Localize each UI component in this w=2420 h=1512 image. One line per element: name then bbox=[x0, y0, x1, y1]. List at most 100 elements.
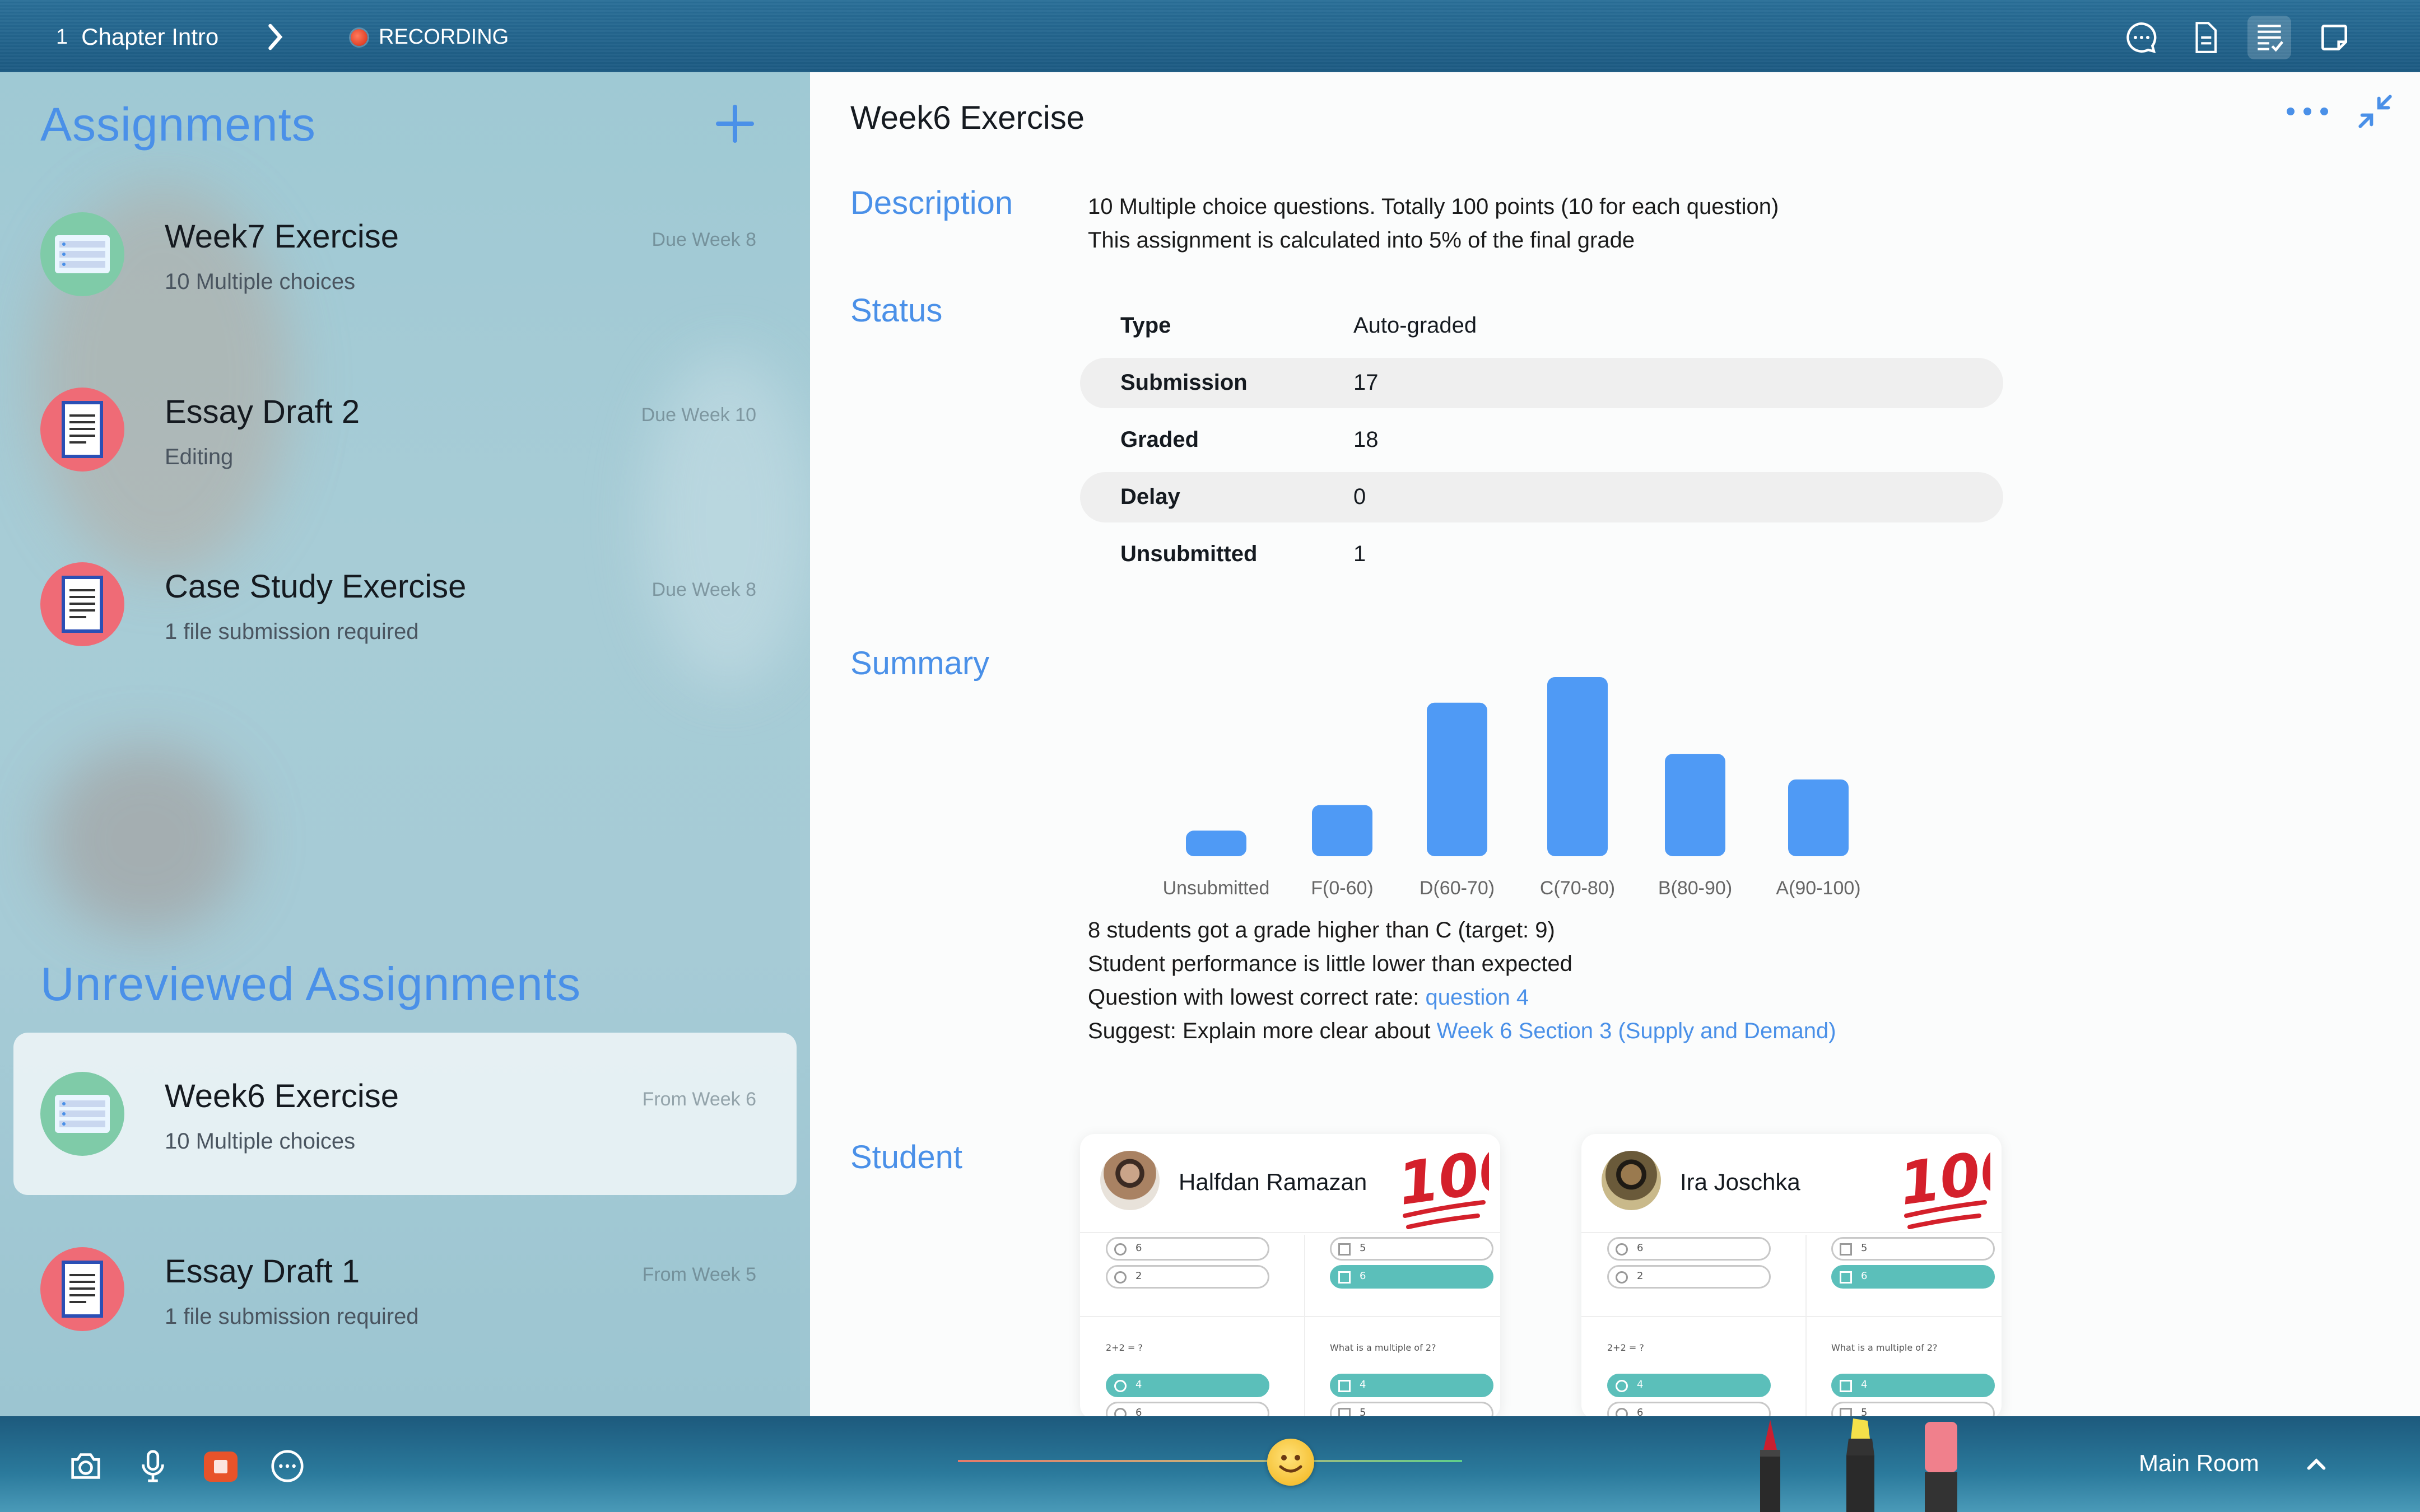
status-value: Auto-graded bbox=[1353, 313, 1477, 338]
unreviewed-card[interactable]: Essay Draft 1 1 file submission required… bbox=[13, 1208, 797, 1370]
description-line: 10 Multiple choice questions. Totally 10… bbox=[1088, 194, 1779, 219]
status-key: Graded bbox=[1120, 427, 1199, 452]
status-label: Status bbox=[850, 292, 943, 329]
background-blur bbox=[45, 744, 246, 935]
camera-icon[interactable] bbox=[66, 1446, 105, 1486]
assignment-card[interactable]: Case Study Exercise 1 file submission re… bbox=[13, 523, 797, 685]
status-row: Graded 18 bbox=[1080, 415, 2003, 465]
divider bbox=[1080, 1316, 1500, 1317]
document-button[interactable] bbox=[2184, 16, 2227, 59]
quiz-question: What is a multiple of 2? bbox=[1831, 1342, 1938, 1353]
grade-distribution-chart: Unsubmitted F(0-60) D(60-70) C(70-80) B(80-9… bbox=[1163, 677, 1861, 899]
assignment-title: Week7 Exercise bbox=[165, 218, 399, 255]
quiz-option: 6 bbox=[1106, 1237, 1269, 1261]
more-icon[interactable] bbox=[268, 1446, 307, 1486]
status-value: 18 bbox=[1353, 427, 1379, 452]
chart-bar bbox=[1665, 754, 1725, 856]
collapse-icon[interactable] bbox=[2353, 89, 2398, 134]
chevron-up-icon[interactable] bbox=[2303, 1452, 2329, 1478]
microphone-icon[interactable] bbox=[133, 1446, 173, 1486]
document-icon bbox=[2195, 22, 2217, 53]
notes-button[interactable] bbox=[2312, 16, 2356, 59]
quiz-option: 6 bbox=[1607, 1237, 1771, 1261]
quiz-option: 4 bbox=[1330, 1374, 1493, 1397]
student-card[interactable]: Ira Joschka 100 6 2 5 6 2+2 = ? What is … bbox=[1581, 1134, 2002, 1420]
summary-text: Question with lowest correct rate: bbox=[1088, 985, 1426, 1010]
chart-category-label: D(60-70) bbox=[1420, 878, 1495, 899]
summary-text: Suggest: Explain more clear about bbox=[1088, 1019, 1437, 1043]
section-link[interactable]: Week 6 Section 3 (Supply and Demand) bbox=[1437, 1019, 1836, 1043]
stop-recording-icon[interactable] bbox=[201, 1446, 241, 1487]
description-line: This assignment is calculated into 5% of… bbox=[1088, 228, 1635, 253]
chart-bar bbox=[1186, 830, 1246, 856]
assignment-title: Essay Draft 1 bbox=[165, 1253, 360, 1290]
status-value: 1 bbox=[1353, 542, 1366, 566]
quiz-option: 5 bbox=[1831, 1237, 1995, 1261]
summary-line: 8 students got a grade higher than C (ta… bbox=[1088, 918, 1555, 942]
status-row: Type Auto-graded bbox=[1080, 301, 2003, 351]
recording-label: RECORDING bbox=[379, 25, 509, 49]
assignment-title: Week6 Exercise bbox=[165, 1078, 399, 1114]
quiz-icon bbox=[40, 212, 124, 296]
recording-dot-icon bbox=[351, 29, 367, 46]
status-row: Unsubmitted 1 bbox=[1080, 529, 2003, 580]
divider bbox=[1805, 1235, 1807, 1420]
quiz-question: 2+2 = ? bbox=[1607, 1342, 1644, 1353]
student-name: Halfdan Ramazan bbox=[1179, 1169, 1367, 1195]
status-key: Delay bbox=[1120, 484, 1180, 509]
eraser-tool-icon[interactable] bbox=[1916, 1416, 1966, 1512]
quiz-option: 2 bbox=[1607, 1265, 1771, 1289]
assignment-due: Due Week 8 bbox=[651, 579, 756, 600]
quiz-option: 4 bbox=[1831, 1374, 1995, 1397]
status-row: Submission 17 bbox=[1080, 358, 2003, 408]
document-icon bbox=[40, 562, 124, 646]
assignment-title: Case Study Exercise bbox=[165, 568, 467, 605]
assignments-button[interactable] bbox=[2247, 16, 2291, 59]
assignment-subtitle: Editing bbox=[165, 445, 234, 469]
chart-category-label: F(0-60) bbox=[1311, 878, 1373, 899]
breadcrumb[interactable]: 1 Chapter Intro bbox=[56, 24, 283, 50]
quiz-option: 4 bbox=[1607, 1374, 1771, 1397]
room-label[interactable]: Main Room bbox=[2139, 1450, 2259, 1477]
status-key: Submission bbox=[1120, 370, 1248, 395]
document-icon bbox=[40, 1247, 124, 1331]
assignments-title: Assignments bbox=[40, 98, 316, 151]
assignment-card[interactable]: Week7 Exercise 10 Multiple choices Due W… bbox=[13, 173, 797, 335]
chat-button[interactable] bbox=[2120, 16, 2163, 59]
divider bbox=[1304, 1235, 1305, 1420]
student-card[interactable]: Halfdan Ramazan 100 6 2 5 6 2+2 = ? What… bbox=[1080, 1134, 1500, 1420]
more-icon[interactable] bbox=[2282, 100, 2333, 123]
chevron-right-icon[interactable] bbox=[258, 20, 291, 54]
summary-label: Summary bbox=[850, 645, 990, 682]
quiz-option: 6 bbox=[1330, 1265, 1493, 1289]
mood-slider-track[interactable] bbox=[958, 1460, 1462, 1462]
assignment-from: From Week 5 bbox=[642, 1264, 756, 1285]
student-label: Student bbox=[850, 1139, 962, 1175]
unreviewed-card-selected[interactable]: Week6 Exercise 10 Multiple choices From … bbox=[13, 1033, 797, 1195]
chart-category-label: B(80-90) bbox=[1658, 878, 1732, 899]
status-row: Delay 0 bbox=[1080, 472, 2003, 522]
assignment-subtitle: 1 file submission required bbox=[165, 619, 419, 644]
assignment-due: Due Week 8 bbox=[651, 229, 756, 250]
divider bbox=[1581, 1316, 2002, 1317]
document-icon bbox=[40, 388, 124, 472]
assignment-title: Essay Draft 2 bbox=[165, 394, 360, 430]
assignment-card[interactable]: Essay Draft 2 Editing Due Week 10 bbox=[13, 348, 797, 511]
assignments-panel: Assignments Week7 Exercise 10 Multiple c… bbox=[0, 72, 810, 1416]
assignment-detail: Week6 Exercise Description 10 Multiple c… bbox=[810, 72, 2420, 1420]
highlighter-tool-icon[interactable] bbox=[1835, 1416, 1886, 1512]
chart-category-label: A(90-100) bbox=[1776, 878, 1860, 899]
quiz-question: What is a multiple of 2? bbox=[1330, 1342, 1436, 1353]
question-link[interactable]: question 4 bbox=[1425, 985, 1529, 1010]
checklist-icon bbox=[2258, 25, 2284, 52]
pen-tool-icon[interactable] bbox=[1748, 1416, 1793, 1512]
status-value: 17 bbox=[1353, 370, 1379, 395]
description-label: Description bbox=[850, 185, 1013, 221]
add-icon[interactable] bbox=[713, 101, 757, 146]
assignment-subtitle: 10 Multiple choices bbox=[165, 269, 356, 294]
chart-bar bbox=[1547, 677, 1608, 856]
hundred-points-icon: 100 bbox=[1394, 1137, 1489, 1229]
note-icon bbox=[2321, 25, 2347, 50]
detail-title: Week6 Exercise bbox=[850, 100, 1085, 136]
smile-emoji-icon[interactable] bbox=[1267, 1439, 1314, 1486]
